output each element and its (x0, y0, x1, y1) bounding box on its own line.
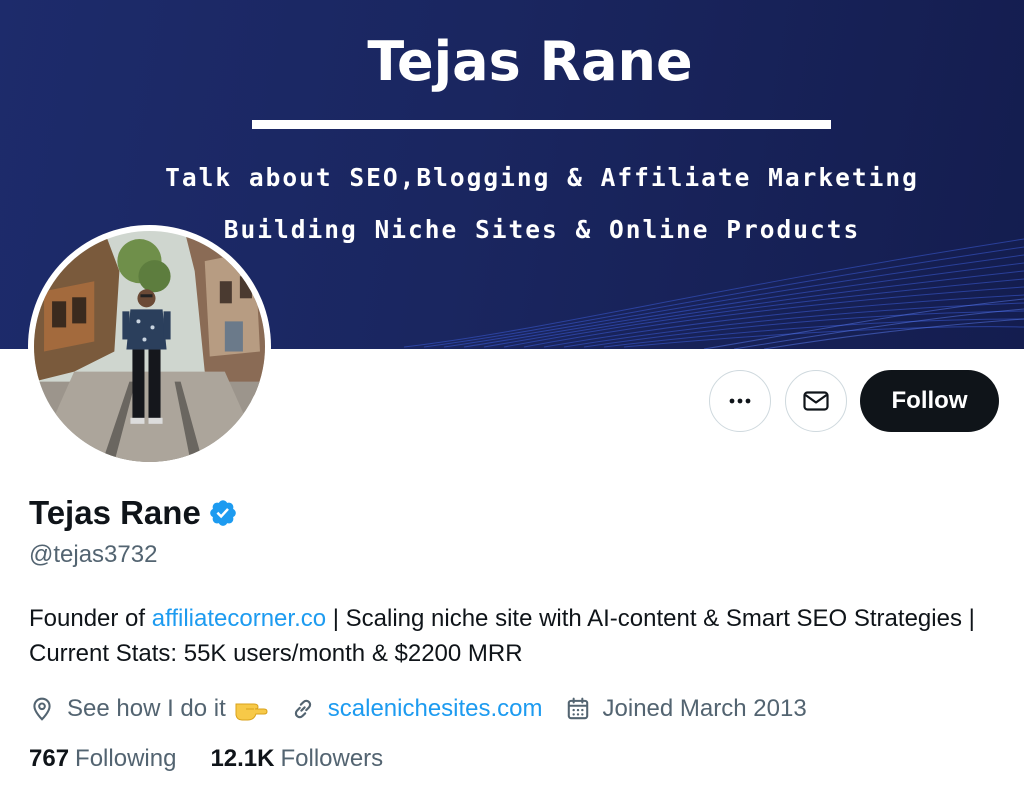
location-text: See how I do it (67, 695, 226, 722)
bio-prefix: Founder of (29, 605, 152, 632)
calendar-icon (567, 697, 588, 720)
location-item: See how I do it (29, 695, 268, 723)
display-name: Tejas Rane (29, 494, 201, 531)
more-button[interactable] (709, 370, 771, 432)
profile-name-row: Tejas Rane (29, 494, 238, 532)
location-pin-icon (33, 697, 51, 721)
followers-stat[interactable]: 12.1K Followers (210, 745, 383, 773)
profile-meta: See how I do it scalenichesites.com Join… (29, 690, 807, 728)
followers-count: 12.1K (210, 745, 275, 772)
bio-link[interactable]: affiliatecorner.co (152, 605, 326, 632)
joined-item: Joined March 2013 (565, 695, 807, 723)
website-link[interactable]: scalenichesites.com (328, 695, 543, 723)
following-count: 767 (29, 745, 70, 772)
followers-label: Followers (280, 745, 384, 772)
banner-divider (252, 120, 831, 129)
link-icon (294, 699, 311, 719)
user-handle: @tejas3732 (29, 541, 158, 568)
following-label: Following (75, 745, 177, 772)
profile-bio: Founder of affiliatecorner.co | Scaling … (29, 601, 989, 671)
follow-button[interactable]: Follow (860, 370, 999, 432)
profile-stats: 767 Following 12.1K Followers (29, 745, 383, 773)
avatar[interactable] (28, 225, 271, 468)
banner-tagline-1: Talk about SEO,Blogging & Affiliate Mark… (165, 163, 919, 192)
following-stat[interactable]: 767 Following (29, 745, 176, 773)
banner-wave-decoration (404, 238, 1024, 349)
website-item: scalenichesites.com (290, 695, 543, 723)
mail-icon (803, 391, 829, 411)
verified-badge-icon[interactable] (208, 498, 238, 528)
banner-title: Tejas Rane (367, 30, 693, 93)
pointing-hand-emoji (235, 703, 268, 721)
joined-date: Joined March 2013 (602, 695, 807, 722)
message-button[interactable] (785, 370, 847, 432)
profile-photo (34, 231, 265, 462)
more-icon (729, 398, 751, 404)
